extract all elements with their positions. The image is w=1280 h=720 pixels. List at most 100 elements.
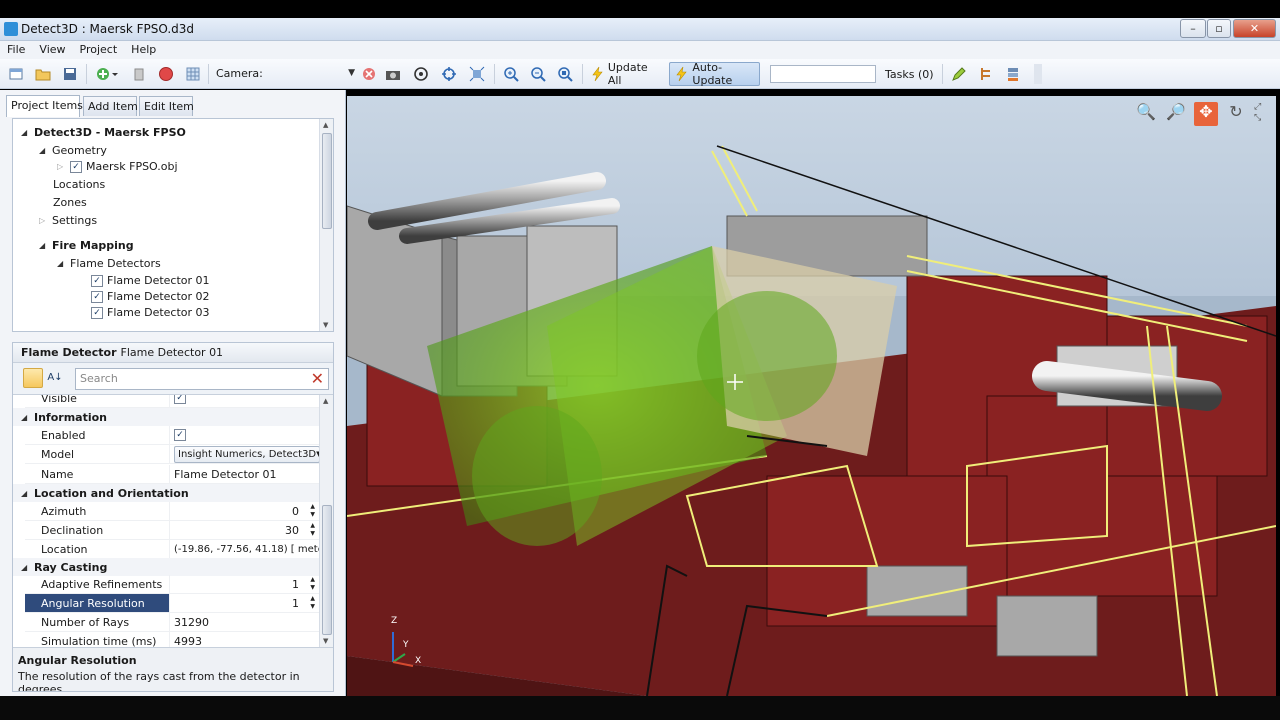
row-value[interactable]: ✓ [169,426,321,445]
scroll-thumb[interactable] [322,133,332,229]
tree-flame-detector-01[interactable]: ✓ Flame Detector 01 [91,274,210,287]
pencil-icon[interactable] [950,65,968,83]
name-field[interactable]: Flame Detector 01 [169,465,321,484]
scroll-up-icon[interactable]: ▲ [323,121,328,129]
zoom-out-icon[interactable] [529,65,547,83]
spinner-icon[interactable]: ▲ ▼ [310,503,315,519]
zoom-icon[interactable]: 🔎 [1164,102,1188,126]
maximize-button[interactable]: ▫ [1207,19,1231,38]
expand-icon: ◢ [39,241,46,250]
left-panel: Project Items Add Item Edit Item ◢ Detect… [0,90,346,696]
scroll-down-icon[interactable]: ▼ [323,321,328,329]
scroll-up-icon[interactable]: ▲ [323,397,328,405]
grid-icon[interactable] [184,65,202,83]
menu-project[interactable]: Project [73,41,125,56]
row-key[interactable]: Angular Resolution [25,594,169,613]
checkbox-icon[interactable]: ✓ [70,160,82,173]
new-project-icon[interactable] [7,65,25,83]
zoom-window-icon[interactable]: 🔍 [1134,102,1158,126]
camera-icon[interactable] [384,65,402,83]
row-key: Simulation time (ms) [25,632,169,648]
enabled-checkbox[interactable]: ✓ [174,429,186,441]
spinner-icon[interactable]: ▲ ▼ [310,595,315,611]
category-ray-casting[interactable]: ◢ Ray Casting [13,558,321,576]
delete-item-icon[interactable] [130,65,148,83]
clear-search-icon[interactable]: ✕ [311,370,324,388]
tab-edit-item[interactable]: Edit Item [139,96,194,116]
expand-icon: ◢ [21,562,28,572]
tree-flame-detector-03[interactable]: ✓ Flame Detector 03 [91,306,210,319]
category-location[interactable]: ◢ Location and Orientation [13,484,321,502]
row-value[interactable]: ✓ [169,395,321,408]
tab-add-item[interactable]: Add Item [83,96,138,116]
tree-zones[interactable]: Zones [53,196,87,209]
tree-settings[interactable]: ▷ Settings [39,214,97,227]
top-border [0,0,1280,18]
tree-locations[interactable]: Locations [53,178,105,191]
tree-root[interactable]: ◢ Detect3D - Maersk FPSO [21,126,186,139]
save-icon[interactable] [61,65,79,83]
angular-stepper[interactable]: 1 ▲ ▼ [169,594,321,613]
fullscreen-icon[interactable]: ⤢ ⤡ [1254,102,1268,126]
menu-view[interactable]: View [32,41,72,56]
checkbox-icon[interactable]: ✓ [91,306,103,319]
tree-scrollbar[interactable]: ▲ ▼ [319,119,333,331]
row-angular-resolution: Angular Resolution 1 ▲ ▼ [25,594,321,613]
row-key: Model [25,445,169,464]
zoom-in-icon[interactable] [502,65,520,83]
tree-label: Fire Mapping [52,239,134,252]
menu-file[interactable]: File [0,41,32,56]
categorized-icon[interactable] [23,368,43,388]
description-title: Angular Resolution [18,654,137,667]
row-key: Declination [25,521,169,540]
scroll-down-icon[interactable]: ▼ [323,637,328,645]
hierarchy-icon[interactable] [977,65,995,83]
target-icon[interactable] [440,65,458,83]
menu-help[interactable]: Help [124,41,163,56]
orbit-icon[interactable] [412,65,430,83]
row-key: Number of Rays [25,613,169,632]
auto-update-button[interactable]: Auto-Update [669,61,760,87]
checkbox-icon[interactable]: ✓ [91,290,103,303]
pan-icon[interactable]: ✥ [1194,102,1218,126]
tree-label: Detect3D - Maersk FPSO [34,126,186,139]
3d-viewport[interactable]: 🔍 🔎 ✥ ↻ ⤢ ⤡ Z Y X [347,96,1276,696]
minimize-button[interactable]: – [1180,19,1206,38]
row-enabled: Enabled ✓ [25,426,321,445]
add-item-icon[interactable] [94,65,120,83]
axis-z-label: Z [391,616,398,626]
stop-icon[interactable] [157,65,175,83]
description-panel: Angular Resolution The resolution of the… [13,647,333,691]
menu-bar: File View Project Help [0,41,1280,59]
declination-stepper[interactable]: 30 ▲ ▼ [169,521,321,540]
props-scrollbar[interactable]: ▲ ▼ [319,395,333,647]
adaptive-stepper[interactable]: 1 ▲ ▼ [169,575,321,594]
checkbox-icon[interactable]: ✓ [174,395,186,404]
tab-project-items[interactable]: Project Items [6,95,83,117]
clear-camera-icon[interactable] [360,65,378,83]
azimuth-stepper[interactable]: 0 ▲ ▼ [169,502,321,521]
tree-flame-detector-02[interactable]: ✓ Flame Detector 02 [91,290,210,303]
props-toolbar: A↓ Search ✕ [13,363,333,395]
spinner-icon[interactable]: ▲ ▼ [310,576,315,592]
tree-flame-detectors[interactable]: ◢ Flame Detectors [57,257,161,270]
open-folder-icon[interactable] [34,65,52,83]
camera-select[interactable]: ▼ [268,64,358,82]
scroll-thumb[interactable] [322,505,332,635]
rotate-icon[interactable]: ↻ [1224,102,1248,126]
zoom-extents-icon[interactable] [556,65,574,83]
sort-alpha-icon[interactable]: A↓ [45,368,65,388]
close-button[interactable]: ✕ [1233,19,1276,38]
tree-geometry[interactable]: ◢ Geometry [39,144,107,157]
category-information[interactable]: ◢ Information [13,408,321,426]
layers-icon[interactable] [1004,65,1022,83]
fit-view-icon[interactable] [468,65,486,83]
update-all-button[interactable]: Update All [588,61,660,87]
property-search-input[interactable]: Search ✕ [75,368,329,390]
spinner-icon[interactable]: ▲ ▼ [310,522,315,538]
tree-maersk-obj[interactable]: ▷ ✓ Maersk FPSO.obj [57,160,178,173]
checkbox-icon[interactable]: ✓ [91,274,103,287]
location-field[interactable]: (-19.86, -77.56, 41.18) [ meters ] [169,540,321,559]
model-select[interactable]: Insight Numerics, Detect3D▼ [174,445,320,463]
tree-fire-mapping[interactable]: ◢ Fire Mapping [39,239,134,252]
